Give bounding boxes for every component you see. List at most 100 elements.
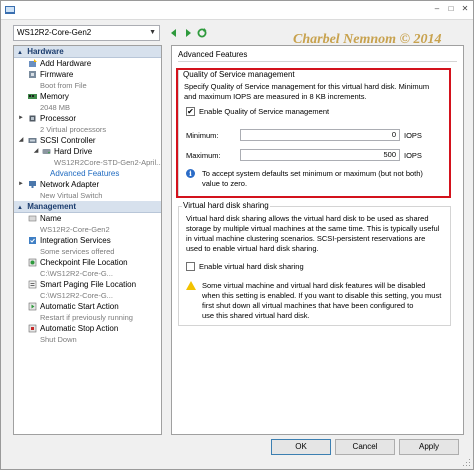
- tree-item-detail: WS12R2-Core-Gen2: [40, 225, 110, 234]
- cancel-button[interactable]: Cancel: [335, 439, 395, 455]
- refresh-icon[interactable]: [196, 27, 208, 39]
- minimum-label: Minimum:: [186, 131, 219, 140]
- tree-item-advanced-features[interactable]: Advanced Features: [14, 168, 161, 179]
- collapse-icon[interactable]: ▲: [17, 50, 23, 56]
- hardware-header-label: Hardware: [27, 47, 64, 56]
- forward-arrow-icon[interactable]: [182, 27, 194, 39]
- hard-drive-icon: [42, 149, 51, 154]
- tree-item-label: Name: [40, 214, 62, 223]
- tree-item-label: Add Hardware: [40, 59, 92, 68]
- enable-sharing-label: Enable virtual hard disk sharing: [199, 262, 304, 271]
- expand-icon[interactable]: ►: [17, 114, 25, 122]
- minimum-unit-label: IOPS: [404, 131, 422, 140]
- tree-item-label: Processor: [40, 114, 77, 123]
- vm-selector[interactable]: WS12R2-Core-Gen2 ▼: [13, 25, 160, 41]
- maximum-unit-label: IOPS: [404, 151, 422, 160]
- qos-group-legend: Quality of Service management: [182, 70, 296, 79]
- sharing-warning-line-1: Some virtual machine and virtual hard di…: [202, 281, 426, 290]
- tree-item-smart-paging-file-location[interactable]: Smart Paging File Location: [14, 279, 161, 290]
- management-section-header[interactable]: ▲ Management: [14, 201, 161, 213]
- tree-item-label: Automatic Stop Action: [40, 324, 119, 333]
- maximize-button[interactable]: □: [445, 3, 457, 15]
- stop-action-icon: [28, 324, 37, 333]
- maximum-iops-input[interactable]: 500: [240, 149, 400, 161]
- network-adapter-icon: [29, 181, 36, 188]
- tree-item-label: Checkpoint File Location: [40, 258, 128, 267]
- tree-item-checkpoint-file-location[interactable]: Checkpoint File Location: [14, 257, 161, 268]
- minimize-button[interactable]: –: [431, 3, 443, 15]
- panel-title: Advanced Features: [178, 50, 248, 59]
- tree-item-name[interactable]: Name: [14, 213, 161, 224]
- tree-item-label: Memory: [40, 92, 69, 101]
- expand-icon[interactable]: ►: [17, 180, 25, 188]
- close-button[interactable]: ✕: [459, 3, 471, 15]
- tree-item-detail: Some services offered: [40, 247, 115, 256]
- tree-item-scsi-controller[interactable]: ◢ SCSI Controller: [14, 135, 161, 146]
- sharing-description-line-3: in virtual machine clustering scenarios.…: [186, 234, 426, 243]
- tree-item-label: SCSI Controller: [40, 136, 96, 145]
- settings-tree: ▲ Hardware Add Hardware Firmware Boot fr…: [13, 45, 162, 435]
- tree-item-integration-services[interactable]: Integration Services: [14, 235, 161, 246]
- window-controls: – □ ✕: [431, 3, 471, 15]
- sharing-warning-line-2: when this setting is enabled. If you wan…: [202, 291, 442, 300]
- collapse-icon[interactable]: ▲: [17, 205, 23, 211]
- vm-settings-window: – □ ✕ WS12R2-Core-Gen2 ▼ Charbel Nemnom …: [0, 0, 474, 470]
- tree-item-label: Network Adapter: [40, 180, 100, 189]
- tree-item-network-adapter[interactable]: ► Network Adapter: [14, 179, 161, 190]
- enable-sharing-checkbox[interactable]: [186, 262, 195, 271]
- enable-sharing-row[interactable]: Enable virtual hard disk sharing: [186, 262, 304, 271]
- tree-item-detail: 2 Virtual processors: [40, 125, 107, 134]
- memory-icon: [28, 94, 37, 99]
- checkpoint-icon: [28, 258, 37, 267]
- tree-item-label: Automatic Start Action: [40, 302, 119, 311]
- minimum-iops-input[interactable]: 0: [240, 129, 400, 141]
- back-arrow-icon[interactable]: [168, 27, 180, 39]
- qos-info-line-2: value to zero.: [202, 179, 248, 188]
- tree-item-automatic-start-action[interactable]: Automatic Start Action: [14, 301, 161, 312]
- tree-item-label: Advanced Features: [50, 169, 120, 178]
- firmware-icon: [29, 71, 36, 78]
- integration-services-icon: [29, 237, 36, 244]
- tree-item-detail: 2048 MB: [40, 103, 71, 112]
- start-action-icon: [28, 302, 37, 311]
- tree-item-detail: Restart if previously running: [40, 313, 133, 322]
- settings-app-icon: [5, 6, 15, 14]
- sharing-description-line-1: Virtual hard disk sharing allows the vir…: [186, 214, 429, 223]
- sharing-description-line-2: storage by multiple virtual machines at …: [186, 224, 440, 233]
- hardware-section-header[interactable]: ▲ Hardware: [14, 46, 161, 58]
- tree-item-automatic-stop-action[interactable]: Automatic Stop Action: [14, 323, 161, 334]
- scsi-controller-icon: [28, 138, 37, 143]
- enable-qos-row[interactable]: ✔ Enable Quality of Service management: [186, 107, 329, 116]
- vm-selector-value: WS12R2-Core-Gen2: [17, 28, 92, 37]
- ok-button[interactable]: OK: [271, 439, 331, 455]
- paging-file-icon: [28, 280, 37, 289]
- qos-info-line-1: To accept system defaults set minimum or…: [202, 169, 423, 178]
- qos-description-line-2: and maximum IOPS are measured in 8 KB in…: [184, 92, 367, 101]
- info-icon: i: [186, 169, 195, 178]
- tree-item-detail: C:\WS12R2-Core-G...: [40, 291, 113, 300]
- add-hardware-icon: [29, 59, 37, 67]
- management-header-label: Management: [27, 202, 77, 211]
- collapse-tree-icon[interactable]: ◢: [32, 147, 40, 155]
- warning-icon: [186, 281, 196, 290]
- tree-item-memory[interactable]: Memory: [14, 91, 161, 102]
- qos-description-line-1: Specify Quality of Service management fo…: [184, 82, 430, 91]
- tree-item-firmware[interactable]: Firmware: [14, 69, 161, 80]
- resize-grip-icon[interactable]: [463, 459, 471, 467]
- tree-item-detail: Boot from File: [40, 81, 87, 90]
- enable-qos-label: Enable Quality of Service management: [199, 107, 330, 116]
- tree-item-add-hardware[interactable]: Add Hardware: [14, 58, 161, 69]
- tree-item-detail: Shut Down: [40, 335, 77, 344]
- sharing-warning-line-3: first shut down all virtual machines tha…: [202, 301, 414, 310]
- name-tag-icon: [28, 215, 37, 222]
- collapse-tree-icon[interactable]: ◢: [17, 136, 25, 144]
- processor-icon: [29, 115, 36, 122]
- tree-item-processor[interactable]: ► Processor: [14, 113, 161, 124]
- apply-button[interactable]: Apply: [399, 439, 459, 455]
- enable-qos-checkbox[interactable]: ✔: [186, 107, 195, 116]
- tree-item-detail: WS12R2Core-STD-Gen2-April...: [54, 158, 162, 167]
- tree-item-hard-drive[interactable]: ◢ Hard Drive: [14, 146, 161, 157]
- sharing-description-line-4: used to enable virtual hard disk sharing…: [186, 244, 319, 253]
- tree-item-label: Integration Services: [40, 236, 111, 245]
- title-bar: – □ ✕: [1, 1, 473, 20]
